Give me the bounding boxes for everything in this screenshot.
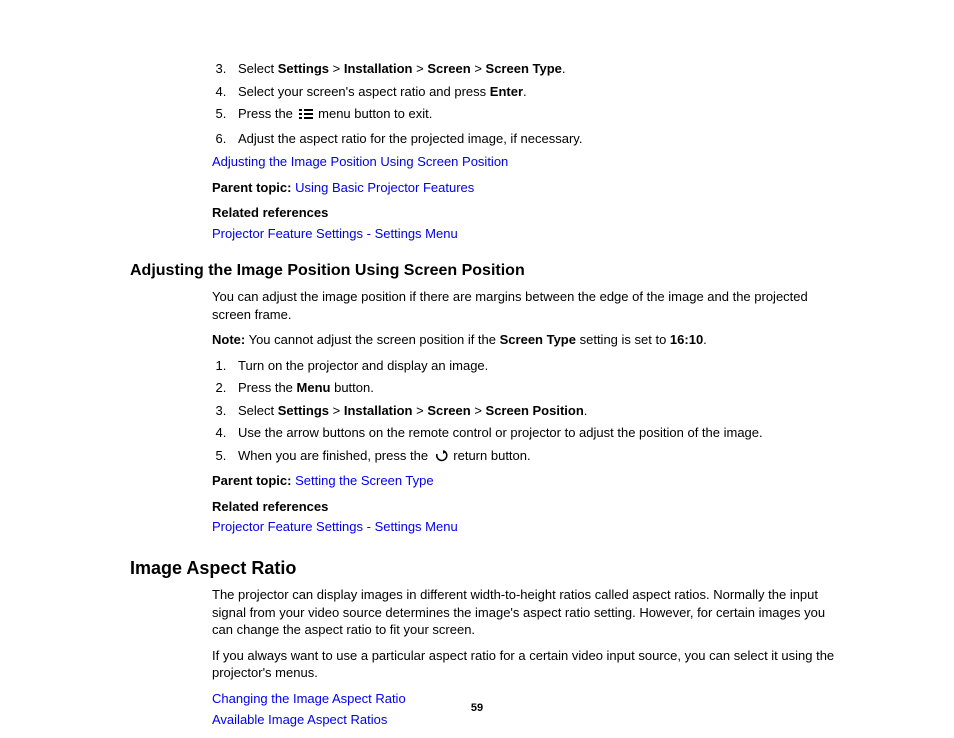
text: > bbox=[329, 61, 344, 76]
list-item: Turn on the projector and display an ima… bbox=[230, 357, 844, 375]
text: > bbox=[471, 403, 486, 418]
menu-icon bbox=[299, 107, 313, 125]
text: Use the arrow buttons on the remote cont… bbox=[238, 425, 763, 440]
list-item: Use the arrow buttons on the remote cont… bbox=[230, 424, 844, 442]
top-ordered-list: Select Settings > Installation > Screen … bbox=[212, 60, 844, 147]
heading-image-aspect-ratio: Image Aspect Ratio bbox=[130, 556, 844, 580]
return-icon bbox=[434, 449, 448, 467]
heading-adjusting-image-position: Adjusting the Image Position Using Scree… bbox=[130, 260, 844, 282]
link-parent-topic[interactable]: Using Basic Projector Features bbox=[295, 180, 474, 195]
text: Select your screen's aspect ratio and pr… bbox=[238, 84, 490, 99]
note-label: Note: bbox=[212, 332, 245, 347]
text: You cannot adjust the screen position if… bbox=[245, 332, 499, 347]
page: Select Settings > Installation > Screen … bbox=[0, 0, 954, 738]
bold: Installation bbox=[344, 403, 413, 418]
text: > bbox=[329, 403, 344, 418]
text: Select bbox=[238, 403, 278, 418]
text: setting is set to bbox=[576, 332, 670, 347]
list-item: Adjust the aspect ratio for the projecte… bbox=[230, 130, 844, 148]
parent-topic-label: Parent topic: bbox=[212, 473, 291, 488]
intro-paragraph: You can adjust the image position if the… bbox=[212, 288, 844, 323]
text: . bbox=[584, 403, 588, 418]
text: When you are finished, press the bbox=[238, 448, 432, 463]
text: Press the bbox=[238, 380, 297, 395]
text: Press the bbox=[238, 106, 297, 121]
bold: Screen bbox=[427, 403, 470, 418]
note-paragraph: Note: You cannot adjust the screen posit… bbox=[212, 331, 844, 349]
paragraph: If you always want to use a particular a… bbox=[212, 647, 844, 682]
top-block: Select Settings > Installation > Screen … bbox=[212, 60, 844, 242]
text: Adjust the aspect ratio for the projecte… bbox=[238, 131, 582, 146]
bold: Installation bbox=[344, 61, 413, 76]
related-references-label: Related references bbox=[212, 499, 328, 514]
bold: Screen Type bbox=[486, 61, 562, 76]
bold: Enter bbox=[490, 84, 523, 99]
text: > bbox=[471, 61, 486, 76]
list-item: Select Settings > Installation > Screen … bbox=[230, 402, 844, 420]
text: return button. bbox=[450, 448, 531, 463]
link-related-reference[interactable]: Projector Feature Settings - Settings Me… bbox=[212, 519, 458, 534]
bold: Screen Type bbox=[500, 332, 576, 347]
list-item: Press the menu button to exit. bbox=[230, 105, 844, 125]
parent-topic-label: Parent topic: bbox=[212, 180, 291, 195]
text: > bbox=[413, 403, 428, 418]
sectionA-ordered-list: Turn on the projector and display an ima… bbox=[212, 357, 844, 467]
page-number: 59 bbox=[0, 701, 954, 716]
text: Select bbox=[238, 61, 278, 76]
bold: Menu bbox=[297, 380, 331, 395]
related-references-label: Related references bbox=[212, 205, 328, 220]
list-item: Press the Menu button. bbox=[230, 379, 844, 397]
list-item: Select your screen's aspect ratio and pr… bbox=[230, 83, 844, 101]
text: . bbox=[523, 84, 527, 99]
sectionA-body: You can adjust the image position if the… bbox=[212, 288, 844, 536]
text: button. bbox=[330, 380, 373, 395]
text: menu button to exit. bbox=[315, 106, 433, 121]
text: Turn on the projector and display an ima… bbox=[238, 358, 488, 373]
list-item: When you are finished, press the return … bbox=[230, 447, 844, 467]
bold: Settings bbox=[278, 403, 329, 418]
text: > bbox=[413, 61, 428, 76]
text: . bbox=[562, 61, 566, 76]
bold: 16:10 bbox=[670, 332, 703, 347]
list-item: Select Settings > Installation > Screen … bbox=[230, 60, 844, 78]
bold: Screen bbox=[427, 61, 470, 76]
paragraph: The projector can display images in diff… bbox=[212, 586, 844, 639]
text: . bbox=[703, 332, 707, 347]
bold: Screen Position bbox=[486, 403, 584, 418]
link-adjust-image-position[interactable]: Adjusting the Image Position Using Scree… bbox=[212, 154, 508, 169]
link-related-reference[interactable]: Projector Feature Settings - Settings Me… bbox=[212, 226, 458, 241]
bold: Settings bbox=[278, 61, 329, 76]
link-parent-topic[interactable]: Setting the Screen Type bbox=[295, 473, 434, 488]
